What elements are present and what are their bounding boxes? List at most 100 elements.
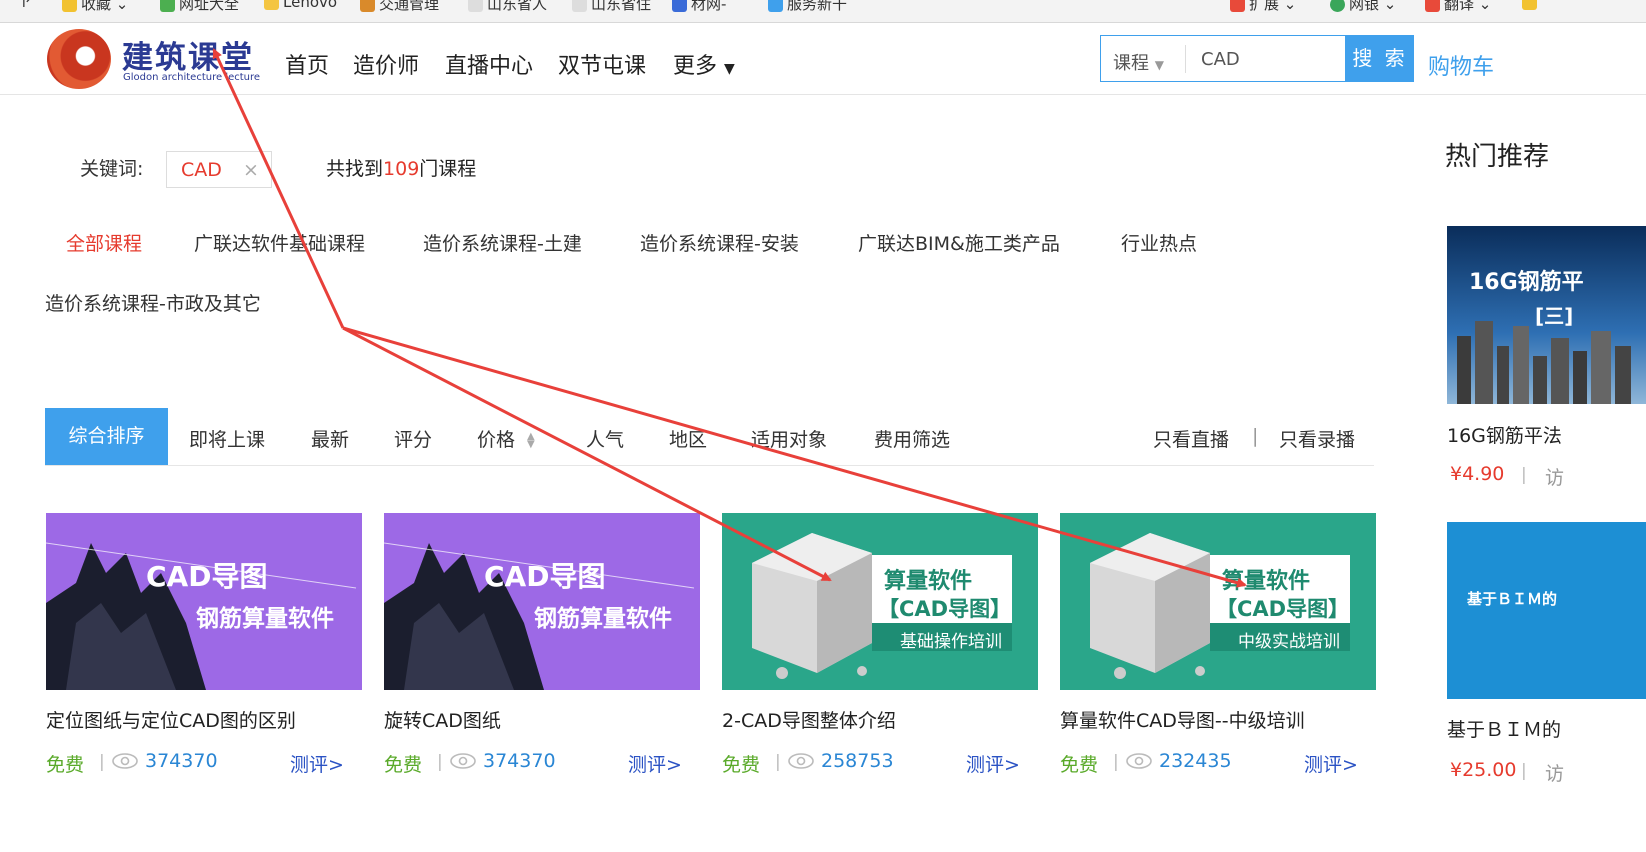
sort-price[interactable]: 价格 ▲ ▼ <box>477 425 535 452</box>
divider: | <box>1521 465 1527 485</box>
course-title[interactable]: 2-CAD导图整体介绍 <box>722 706 896 733</box>
screenshot-icon[interactable] <box>1522 0 1541 11</box>
eye-icon <box>450 753 476 769</box>
logo-icon[interactable] <box>47 29 111 89</box>
nav-more[interactable]: 更多 ▼ <box>673 48 735 80</box>
price-label: 免费 <box>722 754 761 776</box>
sort-newest[interactable]: 最新 <box>311 425 349 452</box>
translate-button[interactable]: 翻译 ⌄ <box>1425 0 1491 14</box>
sort-comprehensive[interactable]: 综合排序 <box>45 408 168 465</box>
close-icon[interactable]: × <box>243 159 259 181</box>
thumb-title: 16G钢筋平 <box>1469 270 1584 295</box>
sort-upcoming[interactable]: 即将上课 <box>189 425 265 452</box>
sort-region[interactable]: 地区 <box>669 425 707 452</box>
course-thumbnail[interactable]: 算量软件 【CAD导图】 基础操作培训 <box>722 513 1038 690</box>
course-title[interactable]: 算量软件CAD导图--中级培训 <box>1060 706 1305 733</box>
search-box: 课程 ▼ CAD <box>1100 35 1346 82</box>
thumb-title: 基于ＢＩＭ的 <box>1467 590 1558 608</box>
category-item[interactable]: 广联达软件基础课程 <box>194 229 365 256</box>
course-title[interactable]: 旋转CAD图纸 <box>384 706 501 733</box>
keyword-text: CAD <box>181 159 222 181</box>
result-count: 共找到109门课程 <box>326 158 477 180</box>
category-item[interactable]: 行业热点 <box>1121 229 1197 256</box>
logo-subtitle: Glodon architecture lecture <box>123 72 261 83</box>
site-icon <box>360 0 375 12</box>
divider: | <box>99 752 105 772</box>
header-divider <box>0 94 1646 95</box>
translate-icon <box>1425 0 1440 12</box>
view-count: 374370 <box>145 750 218 772</box>
grid-icon <box>1230 0 1245 12</box>
thumb-title: CAD导图 <box>146 560 268 593</box>
eye-icon <box>788 753 814 769</box>
review-link[interactable]: 测评> <box>1304 750 1358 777</box>
search-icon <box>672 0 687 12</box>
history-icon[interactable]: ↱ <box>20 0 33 11</box>
bookmark-item[interactable]: 材网- <box>672 0 726 14</box>
page-icon <box>468 0 483 12</box>
recommend-price: ¥25.00 <box>1450 759 1517 781</box>
live-only-link[interactable]: 只看直播 <box>1153 425 1229 452</box>
bookmark-item[interactable]: 收藏 ⌄ <box>62 0 128 14</box>
separator: | <box>1252 425 1259 447</box>
bookmark-item[interactable]: 服务新干 <box>768 0 847 14</box>
review-link[interactable]: 测评> <box>290 750 344 777</box>
keyword-tag: CAD × <box>166 151 272 188</box>
bookmark-item[interactable]: 交通管理 <box>360 0 439 14</box>
divider <box>1185 45 1186 73</box>
divider: | <box>1521 761 1527 781</box>
folder-icon <box>264 0 279 10</box>
thumb-caption: 基础操作培训 <box>900 632 1002 652</box>
search-category-select[interactable]: 课程 ▼ <box>1113 49 1164 75</box>
bookmark-item[interactable]: 山东省人 <box>468 0 547 14</box>
review-link[interactable]: 测评> <box>966 750 1020 777</box>
keyword-label: 关键词: <box>80 158 144 180</box>
bookmark-item[interactable]: 山东省住 <box>572 0 651 14</box>
course-thumbnail[interactable]: 算量软件 【CAD导图】 中级实战培训 <box>1060 513 1376 690</box>
bookmark-item[interactable]: 网址大全 <box>160 0 239 14</box>
recommend-visits: 访 <box>1545 467 1565 489</box>
caret-down-icon: ▼ <box>1154 58 1164 72</box>
sort-fee-filter[interactable]: 费用筛选 <box>874 425 950 452</box>
annotation-arrow <box>212 48 345 329</box>
view-count: 258753 <box>821 750 894 772</box>
course-thumbnail[interactable]: CAD导图 钢筋算量软件 <box>384 513 700 690</box>
sort-rating[interactable]: 评分 <box>394 425 432 452</box>
course-title[interactable]: 定位图纸与定位CAD图的区别 <box>46 706 296 733</box>
bank-button[interactable]: 网银 ⌄ <box>1330 0 1396 14</box>
nav-cost-engineer[interactable]: 造价师 <box>353 48 419 80</box>
page-icon <box>572 0 587 12</box>
course-thumbnail[interactable]: CAD导图 钢筋算量软件 <box>46 513 362 690</box>
sort-audience[interactable]: 适用对象 <box>751 425 827 452</box>
nav-home[interactable]: 首页 <box>285 48 329 80</box>
sort-popularity[interactable]: 人气 <box>586 425 624 452</box>
divider: | <box>437 752 443 772</box>
category-all[interactable]: 全部课程 <box>66 229 142 256</box>
recommend-title[interactable]: 基于ＢＩＭ的 <box>1447 715 1561 742</box>
thumb-subtitle: 钢筋算量软件 <box>196 606 334 632</box>
bank-icon <box>1330 0 1345 12</box>
recorded-only-link[interactable]: 只看录播 <box>1279 425 1355 452</box>
recommend-thumbnail[interactable]: 基于ＢＩＭ的 <box>1447 522 1646 699</box>
nav-holiday-courses[interactable]: 双节屯课 <box>558 48 646 80</box>
price-label: 免费 <box>46 754 85 776</box>
nav-live-center[interactable]: 直播中心 <box>445 48 533 80</box>
category-item[interactable]: 造价系统课程-市政及其它 <box>45 289 261 316</box>
category-item[interactable]: 造价系统课程-安装 <box>640 229 799 256</box>
logo-title[interactable]: 建筑课堂 <box>122 32 254 77</box>
star-icon <box>62 0 77 12</box>
bookmark-item[interactable]: Lenovo <box>264 0 337 11</box>
recommend-title[interactable]: 16G钢筋平法 <box>1447 421 1562 448</box>
search-button[interactable]: 搜 索 <box>1346 35 1414 82</box>
cart-link[interactable]: 购物车 <box>1428 49 1494 81</box>
recommend-visits: 访 <box>1545 763 1565 785</box>
search-input[interactable]: CAD <box>1201 49 1240 70</box>
bookmarks-bar: ↱ 收藏 ⌄ 网址大全 Lenovo 交通管理 山东省人 山东省住 材网- 服务… <box>0 0 1646 23</box>
thumb-caption: 中级实战培训 <box>1238 632 1340 652</box>
category-item[interactable]: 广联达BIM&施工类产品 <box>858 229 1060 256</box>
recommend-thumbnail[interactable]: 16G钢筋平 [三] <box>1447 226 1646 404</box>
category-item[interactable]: 造价系统课程-土建 <box>423 229 582 256</box>
divider: | <box>1113 752 1119 772</box>
extensions-button[interactable]: 扩展 ⌄ <box>1230 0 1296 14</box>
review-link[interactable]: 测评> <box>628 750 682 777</box>
